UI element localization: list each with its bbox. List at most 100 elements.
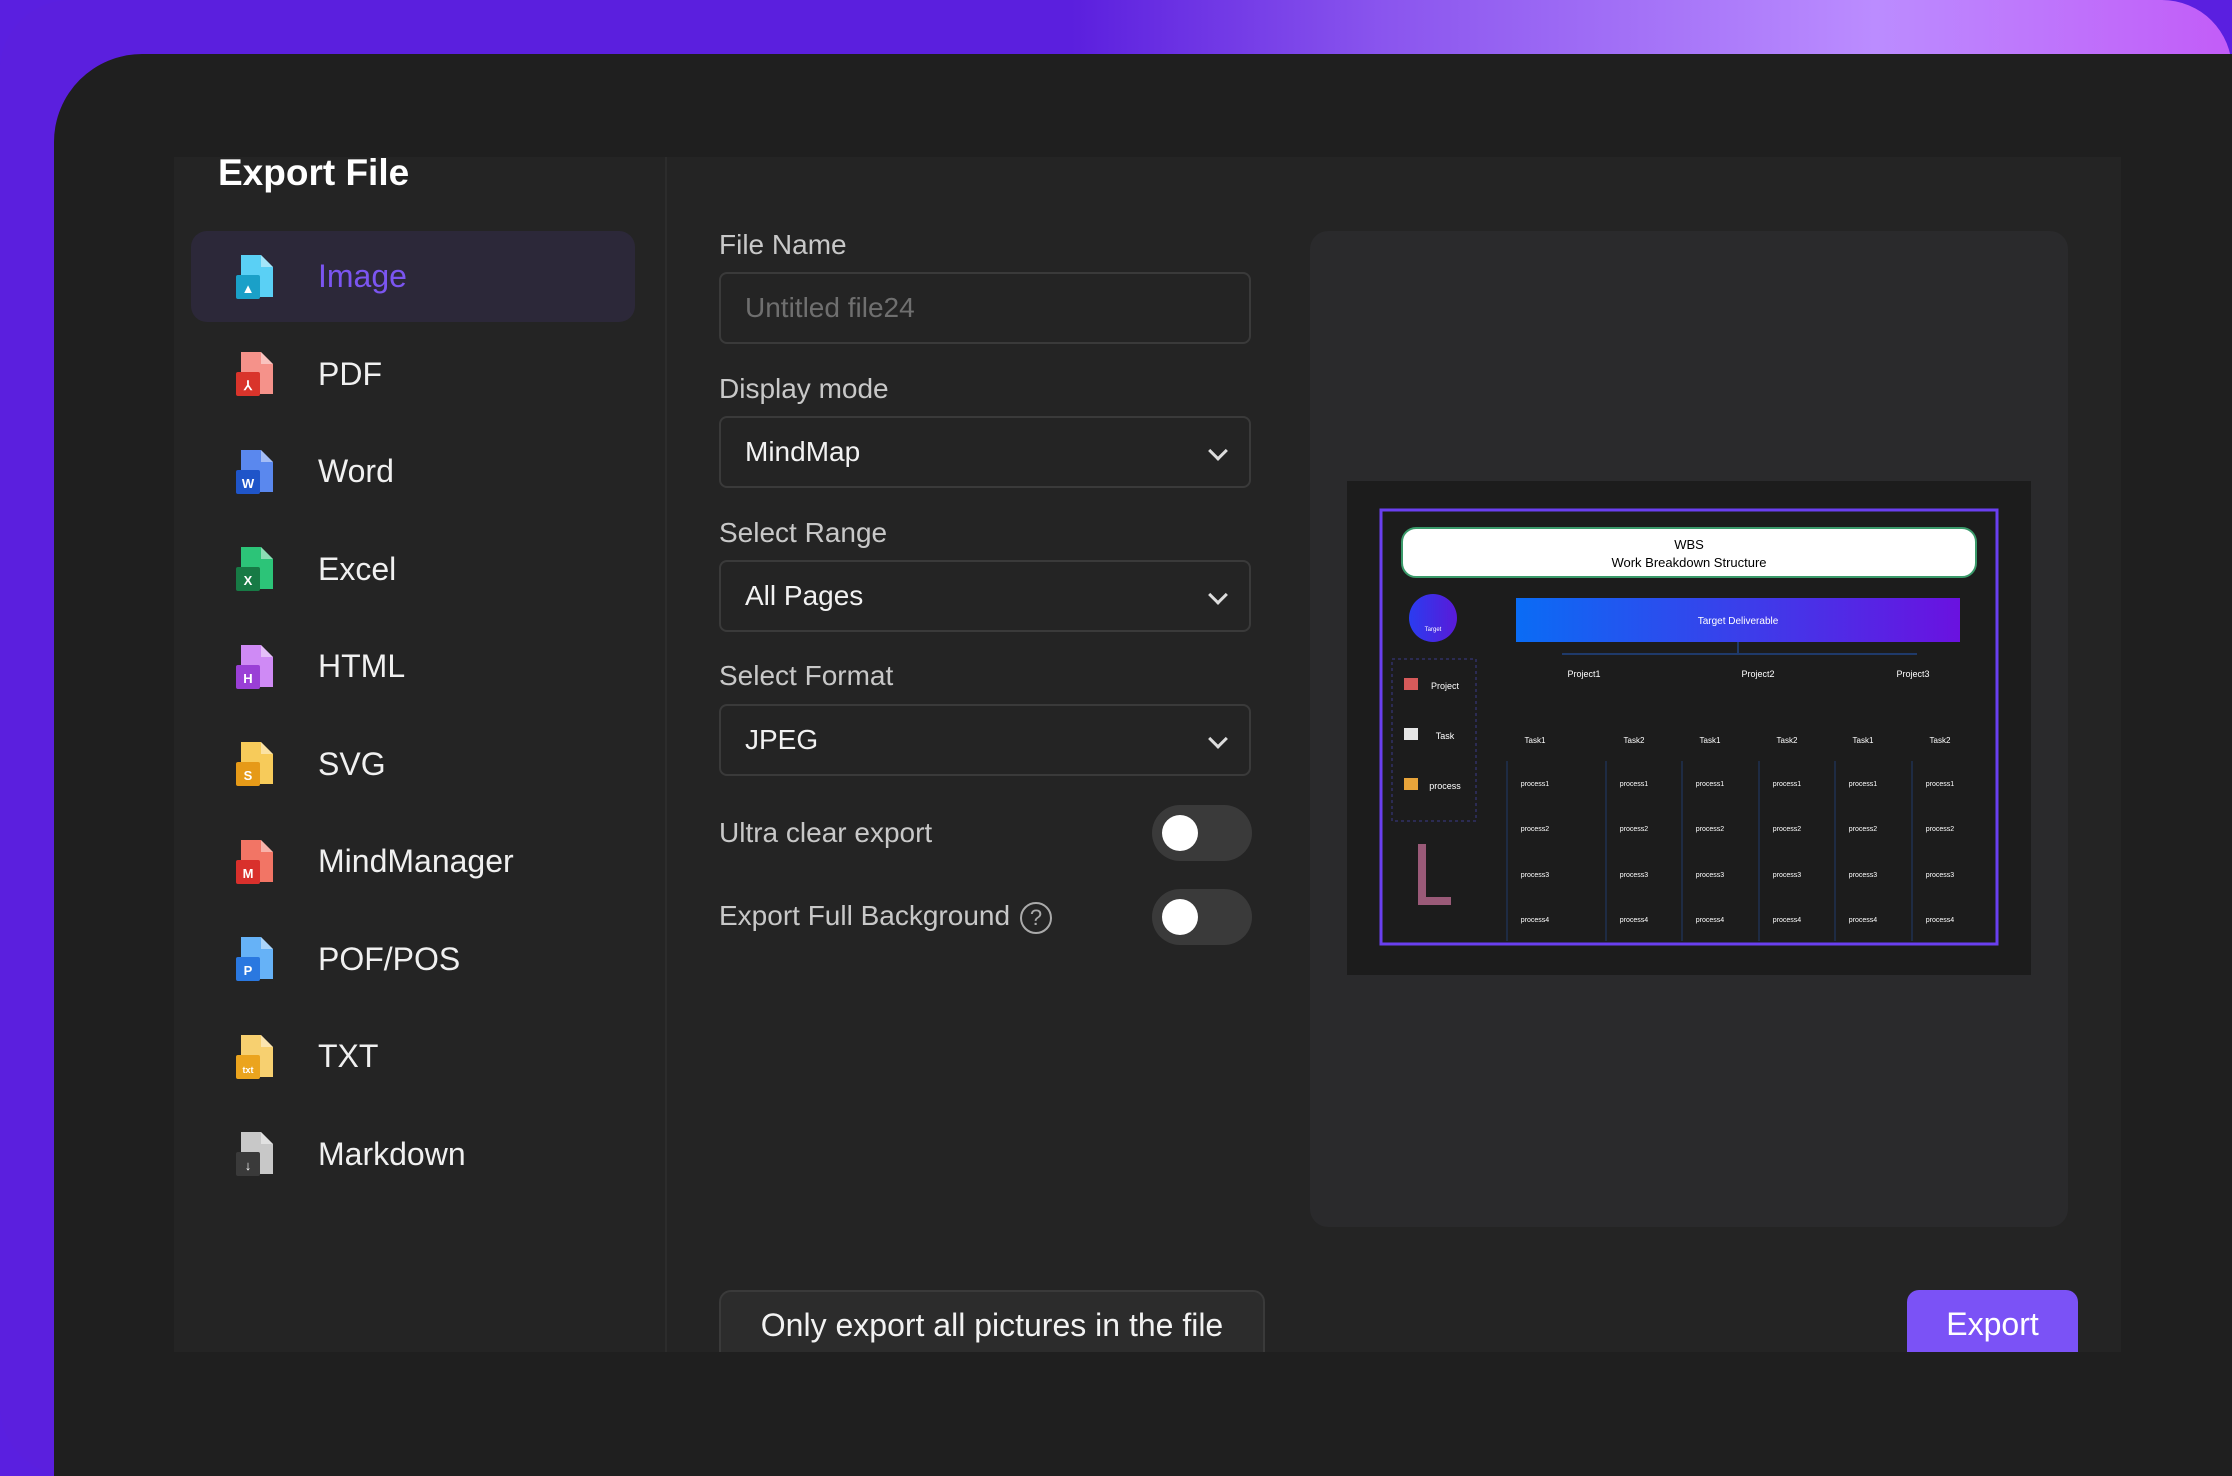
target-label: Target	[1425, 627, 1442, 633]
full-background-text: Export Full Background	[719, 900, 1011, 931]
svg-text:S: S	[244, 768, 253, 783]
export-dialog: Export File ▲ Image ⅄ PDF W Word X Excel…	[174, 157, 2121, 1352]
only-export-pictures-button[interactable]: Only export all pictures in the file	[719, 1290, 1265, 1352]
sidebar-divider	[665, 157, 667, 1352]
image-file-icon: ▲	[236, 254, 273, 299]
legend-icon	[1404, 778, 1418, 790]
sidebar-item-svg[interactable]: S SVG	[191, 719, 635, 810]
full-background-label: Export Full Background?	[719, 900, 1053, 934]
select-range-label: Select Range	[719, 517, 888, 548]
chevron-down-icon	[1208, 441, 1228, 461]
process-label: process4	[1620, 917, 1649, 924]
process-label: process1	[1620, 781, 1649, 788]
process-label: process4	[1521, 917, 1550, 924]
arrow-shape	[1418, 844, 1451, 905]
sidebar-item-label: Word	[318, 453, 394, 489]
sidebar-item-label: POF/POS	[318, 940, 461, 977]
file-name-input[interactable]	[745, 292, 1249, 324]
sidebar-item-label: PDF	[318, 355, 382, 392]
sidebar-item-label: HTML	[318, 648, 406, 684]
process-label: process4	[1773, 917, 1802, 924]
connector-line	[1562, 642, 1917, 655]
project-label: Project2	[1741, 669, 1774, 679]
project-label: Project1	[1567, 669, 1600, 679]
legend-label: process	[1429, 781, 1461, 791]
legend-label: Project	[1431, 681, 1460, 691]
process-label: process3	[1521, 872, 1550, 879]
process-label: process4	[1849, 917, 1878, 924]
dialog-title: Export File	[218, 157, 410, 193]
svg-file-icon: S	[236, 742, 273, 786]
process-label: process4	[1696, 917, 1725, 924]
html-file-icon: H	[236, 644, 273, 689]
sidebar-item-pdf[interactable]: ⅄ PDF	[191, 329, 635, 420]
process-label: process1	[1696, 781, 1725, 788]
help-icon[interactable]: ?	[1020, 901, 1053, 934]
process-label: process2	[1620, 826, 1649, 833]
display-mode-select[interactable]: MindMap	[719, 416, 1251, 488]
legend-icon	[1404, 678, 1418, 690]
file-name-field[interactable]	[719, 272, 1251, 344]
svg-text:P: P	[244, 963, 253, 978]
chevron-down-icon	[1208, 585, 1228, 605]
process-label: process3	[1696, 872, 1725, 879]
sidebar-item-markdown[interactable]: ↓ Markdown	[191, 1109, 635, 1200]
select-range-select[interactable]: All Pages	[719, 560, 1251, 632]
full-background-toggle[interactable]	[1152, 889, 1252, 945]
target-circle	[1409, 594, 1457, 642]
display-mode-label: Display mode	[719, 373, 889, 404]
process-label: process3	[1773, 872, 1802, 879]
process-label: process1	[1773, 781, 1802, 788]
process-label: process2	[1926, 826, 1955, 833]
sidebar-item-pof-pos[interactable]: P POF/POS	[191, 914, 635, 1005]
process-label: process2	[1696, 826, 1725, 833]
svg-text:⅄: ⅄	[243, 378, 253, 393]
ultra-clear-label: Ultra clear export	[719, 817, 933, 848]
mindmanager-file-icon: M	[236, 839, 273, 884]
svg-text:H: H	[243, 671, 252, 686]
svg-text:txt: txt	[243, 1065, 254, 1075]
file-name-label: File Name	[719, 229, 847, 260]
deliverable-label: Target Deliverable	[1698, 616, 1779, 627]
sidebar-item-label: SVG	[318, 745, 386, 782]
sidebar-item-label: Image	[318, 258, 407, 294]
project-label: Project3	[1896, 669, 1929, 679]
process-label: process2	[1773, 826, 1802, 833]
svg-text:W: W	[242, 476, 255, 491]
ultra-clear-toggle[interactable]	[1152, 805, 1252, 861]
sidebar-item-label: MindManager	[318, 843, 514, 879]
legend-label: Task	[1436, 731, 1455, 741]
sidebar-item-image[interactable]: ▲ Image	[191, 231, 635, 322]
sidebar-item-label: Excel	[318, 550, 397, 587]
pdf-file-icon: ⅄	[236, 352, 273, 396]
sidebar-item-txt[interactable]: txt TXT	[191, 1011, 635, 1102]
sidebar-item-label: TXT	[318, 1038, 379, 1074]
process-label: process2	[1521, 826, 1550, 833]
process-label: process1	[1926, 781, 1955, 788]
task-label: Task1	[1525, 736, 1546, 745]
preview-panel: WBS Work Breakdown Structure Target Target …	[1310, 231, 2068, 1227]
chevron-down-icon	[1208, 729, 1228, 749]
pof-file-icon: P	[236, 937, 273, 981]
process-label: process3	[1849, 872, 1878, 879]
process-label: process1	[1849, 781, 1878, 788]
task-label: Task2	[1624, 736, 1645, 745]
process-label: process1	[1521, 781, 1550, 788]
markdown-file-icon: ↓	[236, 1132, 273, 1176]
process-label: process3	[1620, 872, 1649, 879]
sidebar-item-label: Markdown	[318, 1135, 466, 1172]
legend-icon	[1404, 728, 1418, 740]
task-label: Task2	[1930, 736, 1951, 745]
sidebar-item-html[interactable]: H HTML	[191, 621, 635, 712]
select-format-label: Select Format	[719, 660, 894, 691]
svg-text:X: X	[244, 573, 253, 588]
process-label: process4	[1926, 917, 1955, 924]
export-button[interactable]: Export	[1907, 1290, 2078, 1352]
sidebar-item-word[interactable]: W Word	[191, 426, 635, 517]
select-format-select[interactable]: JPEG	[719, 704, 1251, 776]
select-range-value: All Pages	[745, 580, 864, 611]
select-format-value: JPEG	[745, 724, 819, 755]
svg-text:↓: ↓	[245, 1158, 252, 1173]
sidebar-item-mindmanager[interactable]: M MindManager	[191, 816, 635, 907]
sidebar-item-excel[interactable]: X Excel	[191, 524, 635, 615]
